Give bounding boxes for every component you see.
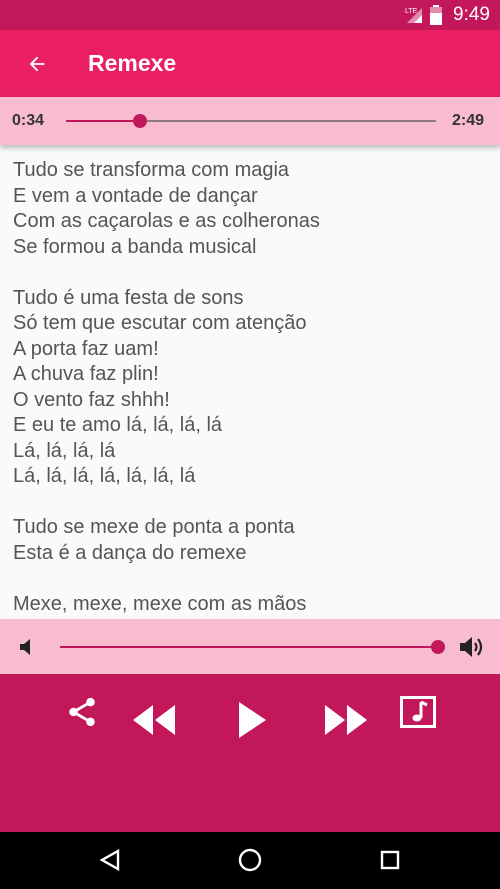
triangle-back-icon (99, 849, 120, 871)
lyrics-line: Se formou a banda musical (13, 235, 257, 258)
lyrics-stanza: Tudo se mexe de ponta a ponta Esta é a da… (13, 515, 493, 566)
volume-up-icon[interactable] (460, 635, 486, 659)
square-recents-icon (380, 850, 400, 870)
nav-recents-button[interactable] (370, 840, 410, 880)
lyrics-line: Tudo se mexe de ponta a ponta (13, 516, 295, 538)
music-note-icon (400, 696, 436, 728)
circle-home-icon (238, 848, 262, 872)
svg-text:LTE: LTE (405, 8, 418, 15)
volume-panel (0, 619, 500, 674)
seek-progress (66, 120, 140, 122)
seek-slider[interactable] (66, 114, 436, 128)
page-title: Remexe (88, 50, 177, 76)
lyrics-line: A porta faz uam! (13, 337, 159, 360)
lyrics-panel[interactable]: Tudo se transforma com magia E vem a vont… (13, 158, 493, 618)
rewind-icon (133, 705, 175, 735)
play-button[interactable] (230, 698, 274, 742)
share-icon (69, 697, 95, 727)
clock: 9:49 (453, 4, 490, 25)
volume-mute-icon[interactable] (20, 637, 34, 657)
volume-thumb[interactable] (431, 639, 445, 654)
lyrics-line: E vem a vontade de dançar (13, 184, 258, 207)
music-note-button[interactable] (398, 692, 438, 732)
nav-back-button[interactable] (90, 840, 130, 880)
lyrics-line: Só tem que escutar com atenção (13, 312, 307, 334)
lyrics-line: Esta é a dança do remexe (13, 541, 247, 564)
arrow-back-icon (29, 56, 45, 71)
lyrics-stanza: Tudo se transforma com magia E vem a vont… (13, 158, 493, 260)
lyrics-stanza: Tudo é uma festa de sons Só tem que escut… (13, 286, 493, 490)
duration: 2:49 (452, 112, 485, 129)
lyrics-line: Mexe, mexe, mexe com as mãos (13, 592, 307, 615)
back-button[interactable] (22, 49, 52, 79)
fast-forward-button[interactable] (320, 700, 372, 740)
app-bar: Remexe (0, 30, 500, 97)
volume-level (60, 645, 438, 648)
rewind-button[interactable] (128, 700, 180, 740)
system-nav-bar (0, 832, 500, 889)
battery-icon (430, 5, 443, 25)
lyrics-line: Tudo é uma festa de sons (13, 286, 244, 309)
seek-thumb[interactable] (133, 114, 147, 128)
play-icon (239, 702, 266, 738)
lyrics-line: O vento faz shhh! (13, 388, 170, 411)
lyrics-line: Tudo se transforma com magia (13, 159, 290, 181)
lyrics-line: E eu te amo lá, lá, lá, lá (13, 414, 223, 436)
nav-home-button[interactable] (230, 840, 270, 880)
lyrics-line: A chuva faz plin! (13, 363, 159, 385)
lyrics-line: Lá, lá, lá, lá, lá, lá, lá (13, 465, 196, 487)
lyrics-stanza: Mexe, mexe, mexe com as mãos (13, 592, 493, 618)
signal-icon: LTE (405, 8, 423, 23)
lyrics-line: Com as caçarolas e as colheronas (13, 210, 320, 232)
share-button[interactable] (62, 692, 102, 732)
current-time: 0:34 (12, 112, 45, 129)
volume-slider[interactable] (60, 639, 445, 654)
fast-forward-icon (325, 705, 367, 735)
lyrics-line: Lá, lá, lá, lá (13, 439, 116, 462)
status-bar: LTE 9:49 (0, 0, 500, 30)
player-controls (0, 674, 500, 832)
seek-bar-panel: 0:34 2:49 (0, 97, 500, 145)
